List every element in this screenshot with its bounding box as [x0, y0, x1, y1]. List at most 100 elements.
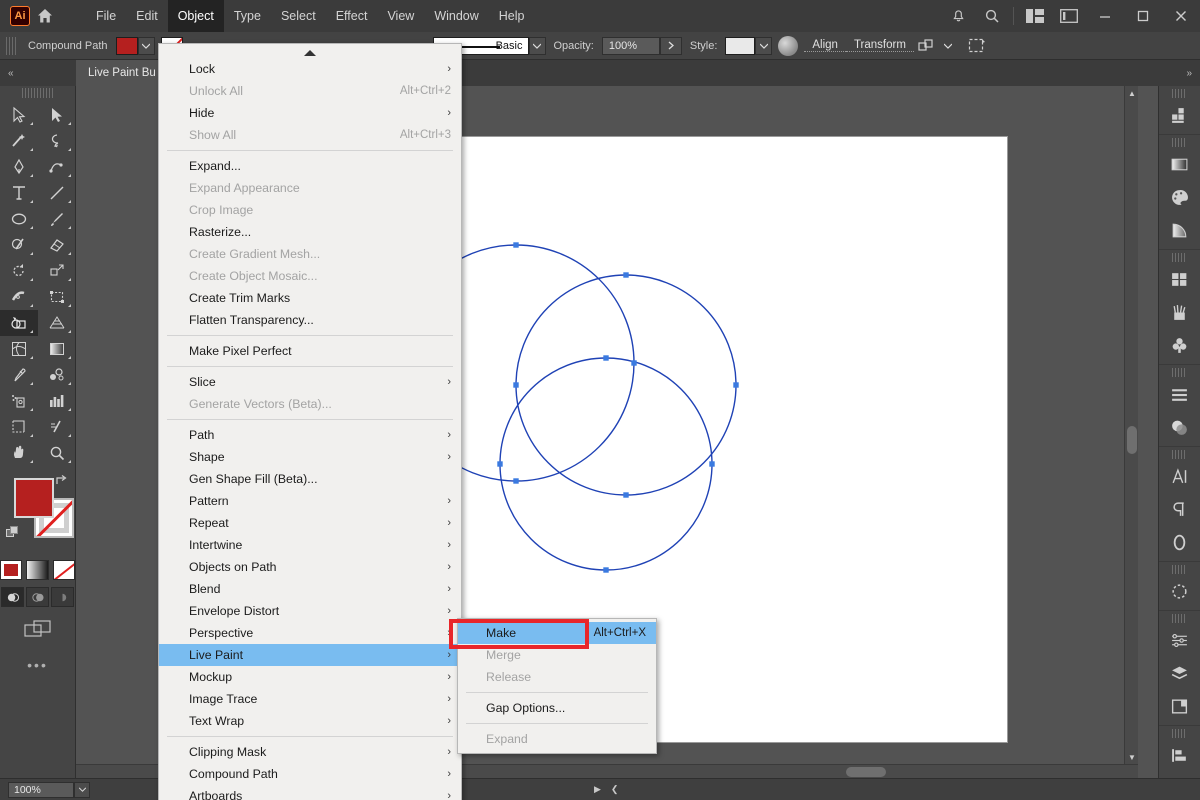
menu-item-make-pixel-perfect[interactable]: Make Pixel Perfect — [159, 340, 461, 362]
color-guide-panel-icon[interactable] — [1159, 214, 1200, 247]
menu-item-mockup[interactable]: Mockup › — [159, 666, 461, 688]
paintbrush-tool[interactable] — [38, 206, 76, 232]
zoom-level-input[interactable]: 100% — [8, 781, 74, 798]
menu-item-envelope-distort[interactable]: Envelope Distort › — [159, 600, 461, 622]
menu-edit[interactable]: Edit — [126, 0, 168, 32]
edit-toolbar-icon[interactable]: ••• — [0, 657, 75, 673]
scroll-down-icon[interactable]: ▼ — [1125, 750, 1138, 764]
gradient-tool[interactable] — [38, 336, 76, 362]
menu-view[interactable]: View — [377, 0, 424, 32]
type-tool[interactable] — [0, 180, 38, 206]
blend-tool[interactable] — [38, 362, 76, 388]
menu-item-artboards[interactable]: Artboards › — [159, 785, 461, 800]
minimize-button[interactable] — [1086, 0, 1124, 32]
selection-tool[interactable] — [0, 102, 38, 128]
artboards-panel-icon[interactable] — [1159, 690, 1200, 723]
width-tool[interactable] — [0, 284, 38, 310]
eraser-tool[interactable] — [38, 232, 76, 258]
menu-file[interactable]: File — [86, 0, 126, 32]
menu-select[interactable]: Select — [271, 0, 326, 32]
symbols-panel-icon[interactable] — [1159, 329, 1200, 362]
select-similar-icon[interactable] — [957, 37, 997, 55]
hand-tool[interactable] — [0, 440, 38, 466]
selection-anchor-point[interactable] — [733, 382, 739, 388]
previous-icon[interactable]: ❮ — [611, 784, 619, 795]
align-panel-icon[interactable] — [1159, 739, 1200, 772]
layers-panel-icon[interactable] — [1159, 657, 1200, 690]
character-panel-icon[interactable] — [1159, 460, 1200, 493]
menu-item-compound-path[interactable]: Compound Path › — [159, 763, 461, 785]
menu-scroll-up-icon[interactable] — [159, 48, 461, 58]
document-tab[interactable]: Live Paint Bu — [76, 60, 168, 86]
selection-anchor-point[interactable] — [709, 461, 715, 467]
menu-item-perspective[interactable]: Perspective › — [159, 622, 461, 644]
vertical-scrollbar[interactable]: ▲ ▼ — [1124, 86, 1138, 778]
shape-builder-tool[interactable] — [0, 310, 38, 336]
transform-menu-button[interactable]: Transform — [845, 39, 914, 52]
shaper-tool[interactable] — [0, 232, 38, 258]
stroke-profile-dropdown-icon[interactable] — [528, 36, 546, 55]
color-mode-button[interactable] — [0, 560, 23, 580]
magic-wand-tool[interactable] — [0, 128, 38, 154]
bell-icon[interactable] — [941, 0, 975, 32]
opacity-input[interactable]: 100% — [601, 36, 660, 55]
symbol-sprayer-tool[interactable] — [0, 388, 38, 414]
menu-item-gen-shape-fill-beta[interactable]: Gen Shape Fill (Beta)... — [159, 468, 461, 490]
selection-anchor-point[interactable] — [623, 492, 629, 498]
selection-anchor-point[interactable] — [513, 478, 519, 484]
panel-group-grip[interactable] — [1172, 565, 1187, 574]
artboard-tool[interactable] — [0, 414, 38, 440]
menu-item-text-wrap[interactable]: Text Wrap › — [159, 710, 461, 732]
panel-group-grip[interactable] — [1172, 138, 1187, 147]
line-segment-tool[interactable] — [38, 180, 76, 206]
paragraph-panel-icon[interactable] — [1159, 493, 1200, 526]
align-menu-button[interactable]: Align — [804, 39, 846, 52]
free-transform-tool[interactable] — [38, 284, 76, 310]
menu-item-live-paint[interactable]: Live Paint › — [159, 644, 461, 666]
menu-item-create-trim-marks[interactable]: Create Trim Marks — [159, 287, 461, 309]
mesh-tool[interactable] — [0, 336, 38, 362]
maximize-button[interactable] — [1124, 0, 1162, 32]
arrange-dropdown-icon[interactable] — [940, 37, 957, 55]
gradient-mode-button[interactable] — [26, 560, 49, 580]
swap-fill-stroke-icon[interactable] — [55, 474, 69, 491]
selection-anchor-point[interactable] — [497, 461, 503, 467]
search-icon[interactable] — [975, 0, 1009, 32]
panel-group-grip[interactable] — [1172, 89, 1187, 98]
opacity-options-icon[interactable] — [659, 36, 682, 55]
selection-anchor-point[interactable] — [631, 360, 637, 366]
color-panel-icon[interactable] — [1159, 181, 1200, 214]
menu-item-lock[interactable]: Lock › — [159, 58, 461, 80]
control-bar-grip[interactable] — [6, 36, 16, 55]
none-mode-button[interactable] — [52, 560, 75, 580]
slice-tool[interactable] — [38, 414, 76, 440]
submenu-item-make[interactable]: Make Alt+Ctrl+X — [458, 622, 656, 644]
panel-group-grip[interactable] — [1172, 450, 1187, 459]
menu-item-expand[interactable]: Expand... — [159, 155, 461, 177]
draw-normal-button[interactable] — [1, 587, 24, 607]
stroke-panel-icon[interactable] — [1159, 378, 1200, 411]
rotate-tool[interactable] — [0, 258, 38, 284]
menu-object[interactable]: Object — [167, 0, 224, 32]
menu-item-shape[interactable]: Shape › — [159, 446, 461, 468]
panel-group-grip[interactable] — [1172, 253, 1187, 262]
zoom-dropdown-icon[interactable] — [74, 781, 90, 798]
play-icon[interactable]: ▶ — [594, 784, 601, 795]
fill-color-swatch[interactable] — [115, 36, 138, 55]
graphic-style-swatch[interactable] — [725, 36, 756, 55]
live-paint-submenu[interactable]: Make Alt+Ctrl+X Merge Release Gap Options...… — [457, 618, 657, 754]
menu-window[interactable]: Window — [424, 0, 488, 32]
menu-item-pattern[interactable]: Pattern › — [159, 490, 461, 512]
arrange-objects-icon[interactable] — [914, 38, 940, 53]
menu-help[interactable]: Help — [489, 0, 535, 32]
panel-group-grip[interactable] — [1172, 614, 1187, 623]
pen-tool[interactable] — [0, 154, 38, 180]
draw-inside-button[interactable] — [51, 587, 74, 607]
collapse-panels-icon[interactable]: « — [4, 60, 18, 86]
menu-item-rasterize[interactable]: Rasterize... — [159, 221, 461, 243]
ellipse-tool[interactable] — [0, 206, 38, 232]
brushes-panel-icon[interactable] — [1159, 296, 1200, 329]
circle-bottom[interactable] — [499, 357, 713, 571]
object-menu[interactable]: Lock › Unlock All Alt+Ctrl+2 Hide › Show All Al… — [158, 43, 462, 800]
properties-panel-icon[interactable] — [1159, 99, 1200, 132]
